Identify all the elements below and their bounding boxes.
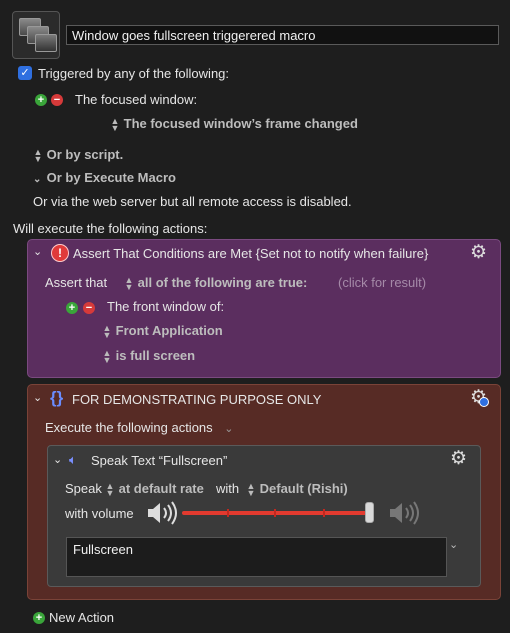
volume-slider-knob[interactable] xyxy=(365,502,374,523)
trigger-enabled-checkbox[interactable]: ✓ xyxy=(18,66,32,80)
slider-tick xyxy=(227,509,229,517)
updown-chevron-icon: ▲ ▼ xyxy=(246,480,256,498)
assert-that-label: Assert that xyxy=(45,275,108,290)
web-server-note: Or via the web server but all remote acc… xyxy=(33,194,352,209)
speak-label: Speak xyxy=(65,481,102,496)
condition-label: The front window of: xyxy=(107,299,225,314)
slider-tick xyxy=(274,509,276,517)
chevron-down-icon: ⌄ xyxy=(33,174,42,185)
add-trigger-icon[interactable]: + xyxy=(35,94,47,106)
by-execute-macro-text: Or by Execute Macro xyxy=(46,170,176,185)
actions-header: Will execute the following actions: xyxy=(13,221,208,236)
by-script-popup[interactable]: ▲ ▼ Or by script. xyxy=(33,146,124,164)
speak-action-title[interactable]: Speak Text “Fullscreen” xyxy=(91,453,227,468)
updown-chevron-icon: ▲ ▼ xyxy=(105,480,115,498)
group-braces-icon: {} xyxy=(50,388,64,407)
speak-text-field[interactable]: Fullscreen xyxy=(66,537,447,577)
application-text: Front Application xyxy=(115,323,223,338)
assert-mode-text: all of the following are true: xyxy=(137,275,308,290)
macro-name-field[interactable]: Window goes fullscreen triggerered macro xyxy=(66,25,499,45)
slider-tick xyxy=(323,509,325,517)
by-script-text: Or by script. xyxy=(46,147,124,162)
click-for-result-link[interactable]: (click for result) xyxy=(338,275,426,290)
updown-chevron-icon: ▲ ▼ xyxy=(33,146,43,164)
focused-window-label: The focused window: xyxy=(75,92,198,107)
by-execute-macro-disclosure[interactable]: ⌄ Or by Execute Macro xyxy=(33,170,176,185)
remove-condition-icon[interactable]: − xyxy=(83,302,95,314)
chevron-down-icon[interactable]: ⌄ xyxy=(53,453,62,466)
chevron-down-icon[interactable]: ⌄ xyxy=(33,391,42,404)
add-action-icon[interactable]: + xyxy=(33,612,45,624)
gear-icon[interactable]: ⚙ xyxy=(450,449,467,469)
chevron-down-icon[interactable]: ⌄ xyxy=(449,538,458,551)
volume-slider[interactable] xyxy=(182,509,370,517)
new-action-button[interactable]: New Action xyxy=(49,610,114,625)
triggers-header: Triggered by any of the following: xyxy=(38,66,230,81)
volume-low-icon xyxy=(148,501,177,525)
updown-chevron-icon: ▲ ▼ xyxy=(102,347,112,365)
chevron-down-icon[interactable]: ⌄ xyxy=(33,245,42,258)
window-icon xyxy=(35,34,57,52)
group-action-title[interactable]: FOR DEMONSTRATING PURPOSE ONLY xyxy=(72,392,321,407)
volume-high-icon xyxy=(390,501,419,525)
focused-window-condition-text: The focused window’s frame changed xyxy=(123,116,358,131)
speaker-icon: 🔈︎ xyxy=(69,452,77,467)
gear-icon[interactable]: ⚙ xyxy=(470,243,487,263)
window-state-text: is full screen xyxy=(115,348,196,363)
updown-chevron-icon: ▲ ▼ xyxy=(124,274,134,292)
clock-badge-icon xyxy=(479,397,489,407)
volume-label: with volume xyxy=(65,506,134,521)
remove-trigger-icon[interactable]: − xyxy=(51,94,63,106)
assert-mode-popup[interactable]: ▲ ▼ all of the following are true: xyxy=(124,274,308,292)
application-popup[interactable]: ▲ ▼ Front Application xyxy=(102,323,223,339)
add-condition-icon[interactable]: + xyxy=(66,302,78,314)
assert-action-title[interactable]: Assert That Conditions are Met {Set not … xyxy=(73,246,428,261)
voice-text: Default (Rishi) xyxy=(259,481,348,496)
with-label: with xyxy=(216,481,240,496)
updown-chevron-icon: ▲ ▼ xyxy=(102,322,112,340)
updown-chevron-icon: ▲ ▼ xyxy=(110,115,120,133)
execute-actions-label[interactable]: Execute the following actions ⌄ xyxy=(45,420,234,435)
voice-popup[interactable]: ▲ ▼ Default (Rishi) xyxy=(246,481,348,497)
focused-window-condition-popup[interactable]: ▲ ▼ The focused window’s frame changed xyxy=(110,116,358,132)
speech-rate-text: at default rate xyxy=(118,481,204,496)
speech-rate-popup[interactable]: ▲ ▼ at default rate xyxy=(105,481,204,497)
alert-icon: ! xyxy=(51,244,69,262)
chevron-down-icon: ⌄ xyxy=(224,423,234,435)
gear-clock-icon[interactable]: ⚙ xyxy=(470,388,490,408)
execute-actions-text: Execute the following actions xyxy=(45,420,213,435)
window-state-popup[interactable]: ▲ ▼ is full screen xyxy=(102,347,196,365)
macro-icon[interactable] xyxy=(12,11,60,59)
